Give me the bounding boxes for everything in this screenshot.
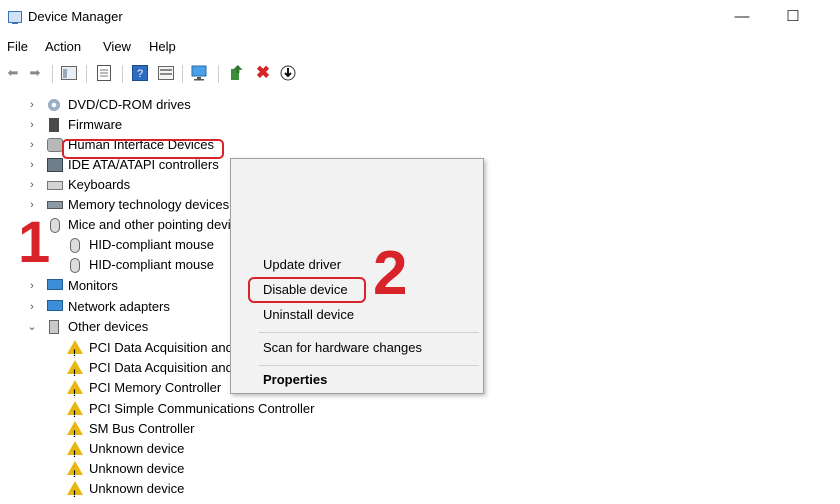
tree-item-firmware[interactable]: › Firmware: [0, 115, 840, 135]
minimize-button[interactable]: —: [727, 4, 757, 30]
tree-item-other-devices[interactable]: ⌄ Other devices: [0, 317, 230, 337]
uninstall-x-icon[interactable]: ✖: [254, 63, 272, 82]
memory-icon: [47, 201, 63, 209]
dvd-icon: [47, 98, 61, 112]
tree-item-unknown-1[interactable]: ! Unknown device: [0, 439, 840, 459]
tree-item-sm-bus[interactable]: ! SM Bus Controller: [0, 419, 840, 439]
tree-item-pci-data-2[interactable]: ! PCI Data Acquisition and Signal Proces…: [0, 358, 230, 378]
menu-properties[interactable]: Properties: [263, 372, 327, 387]
maximize-button[interactable]: ☐: [778, 4, 808, 30]
tree-item-pci-simple[interactable]: ! PCI Simple Communications Controller: [0, 399, 840, 419]
menu-uninstall-device[interactable]: Uninstall device: [263, 307, 354, 322]
firmware-icon: [49, 118, 59, 132]
chevron-right-icon[interactable]: ›: [26, 135, 38, 155]
warning-icon: !: [67, 401, 83, 419]
properties-icon[interactable]: [95, 64, 113, 82]
tree-item-unknown-3[interactable]: ! Unknown device: [0, 479, 840, 499]
view-resources-icon[interactable]: [157, 64, 175, 82]
step-1-label: 1: [18, 210, 51, 275]
title-bar: Device Manager — ☐: [0, 0, 840, 34]
warning-icon: !: [67, 360, 83, 378]
chevron-right-icon[interactable]: ›: [26, 276, 38, 296]
update-driver-icon[interactable]: [228, 64, 246, 82]
mouse-icon: [70, 238, 80, 253]
device-manager-icon: [8, 11, 22, 24]
monitor-icon: [47, 279, 63, 290]
mouse-icon: [50, 218, 60, 233]
hid-icon: [47, 138, 63, 152]
chevron-right-icon[interactable]: ›: [26, 115, 38, 135]
warning-icon: !: [67, 481, 83, 499]
warning-icon: !: [67, 421, 83, 439]
tree-item-monitors[interactable]: › Monitors: [0, 276, 230, 296]
network-icon: [47, 300, 63, 311]
menu-update-driver[interactable]: Update driver: [263, 257, 341, 272]
tree-item-network[interactable]: › Network adapters: [0, 297, 230, 317]
menu-scan-hardware[interactable]: Scan for hardware changes: [263, 340, 422, 355]
toolbar: ⬅ ➡ ? ✖: [0, 62, 840, 86]
window-title: Device Manager: [28, 9, 123, 24]
selection-highlight: [62, 139, 224, 159]
keyboard-icon: [47, 181, 63, 190]
disable-highlight: [248, 277, 366, 303]
step-2-label: 2: [373, 239, 408, 308]
tree-item-pci-data-1[interactable]: ! PCI Data Acquisition and Signal Proces…: [0, 338, 230, 358]
download-arrow-icon[interactable]: [279, 64, 297, 82]
scan-hardware-icon[interactable]: [191, 64, 209, 82]
forward-arrow-icon[interactable]: ➡: [26, 64, 44, 82]
menu-view[interactable]: View: [103, 39, 131, 54]
warning-icon: !: [67, 340, 83, 358]
warning-icon: !: [67, 380, 83, 398]
back-arrow-icon[interactable]: ⬅: [4, 64, 22, 82]
menu-file[interactable]: File: [7, 39, 28, 54]
chevron-down-icon[interactable]: ⌄: [26, 317, 38, 337]
menu-action[interactable]: Action: [45, 39, 81, 54]
help-icon[interactable]: ?: [131, 64, 149, 82]
tree-item-pci-memory[interactable]: ! PCI Memory Controller: [0, 378, 230, 398]
chevron-right-icon[interactable]: ›: [26, 155, 38, 175]
svg-text:?: ?: [137, 68, 143, 80]
warning-icon: !: [67, 441, 83, 459]
tree-item-dvd[interactable]: › DVD/CD-ROM drives: [0, 95, 840, 115]
ide-icon: [47, 158, 63, 172]
menu-help[interactable]: Help: [149, 39, 176, 54]
mouse-icon: [70, 258, 80, 273]
warning-icon: !: [67, 461, 83, 479]
chevron-right-icon[interactable]: ›: [26, 297, 38, 317]
tree-item-unknown-2[interactable]: ! Unknown device: [0, 459, 840, 479]
other-devices-icon: [49, 320, 59, 334]
chevron-right-icon[interactable]: ›: [26, 95, 38, 115]
menu-bar: File Action View Help: [0, 36, 840, 58]
chevron-right-icon[interactable]: ›: [26, 175, 38, 195]
context-menu: Update driver Disable device Uninstall d…: [230, 158, 484, 394]
show-hide-tree-icon[interactable]: [60, 64, 78, 82]
